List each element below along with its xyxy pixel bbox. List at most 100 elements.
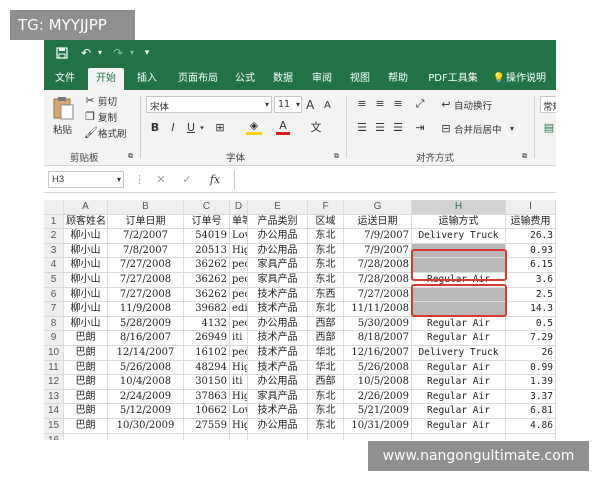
cell-col-b[interactable]: 5/28/2009 (108, 316, 184, 332)
column-header-g[interactable]: G (344, 200, 412, 215)
undo-icon[interactable]: ↶ (78, 44, 94, 62)
cell-col-f[interactable]: 东北 (308, 258, 344, 273)
enter-icon[interactable]: ✓ (180, 172, 194, 188)
row-header[interactable]: 16 (44, 433, 64, 440)
cell-col-d[interactable]: pec (230, 346, 248, 361)
cell-col-c[interactable]: 39682 (184, 302, 230, 317)
cell-col-f[interactable]: 东西 (308, 287, 344, 303)
cell-col-g[interactable]: 8/18/2007 (344, 331, 412, 346)
font-name-select[interactable]: 宋体 ▾ (146, 96, 272, 113)
align-right-icon[interactable]: ☰ (390, 120, 406, 136)
cell-col-f[interactable]: 西部 (308, 375, 344, 390)
header-cell-col-a[interactable]: 顾客姓名 (64, 214, 108, 230)
cell-col-h[interactable]: Delivery Truck (412, 229, 506, 244)
row-header[interactable]: 12 (44, 375, 64, 390)
cell-col-d[interactable]: iti (230, 375, 248, 390)
cell-col-d[interactable]: Hig (230, 360, 248, 376)
cell-col-f[interactable]: 华北 (308, 360, 344, 376)
cell-col-d[interactable]: pec (230, 258, 248, 273)
row-header[interactable]: 1 (44, 214, 64, 230)
lightbulb-icon[interactable]: 💡 (492, 68, 506, 90)
underline-dropdown-icon[interactable]: ▾ (198, 120, 206, 136)
cut-button[interactable]: ✂ 剪切 (84, 94, 124, 108)
select-all-corner[interactable] (44, 200, 64, 215)
column-header-b[interactable]: B (108, 200, 184, 215)
column-header-d[interactable]: D (230, 200, 248, 215)
currency-icon[interactable]: ▤ (542, 120, 556, 136)
cell-col-a[interactable]: 柳小山 (64, 229, 108, 244)
row-header[interactable]: 9 (44, 331, 64, 346)
cell-col-b[interactable]: 7/27/2008 (108, 287, 184, 303)
cell-col-c[interactable]: 26949 (184, 331, 230, 346)
font-size-select[interactable]: 11 ▾ (274, 96, 302, 113)
redo-dropdown-icon[interactable]: ▾ (128, 44, 136, 62)
cell-col-h[interactable]: Regular Air (412, 375, 506, 390)
cell-col-c[interactable]: 10662 (184, 404, 230, 419)
column-header-c[interactable]: C (184, 200, 230, 215)
tab-formulas[interactable]: 公式 (230, 68, 260, 90)
cell-col-b[interactable]: 5/26/2008 (108, 360, 184, 376)
cell-col-b[interactable]: 7/2/2007 (108, 229, 184, 244)
cell-col-i[interactable]: 0.93 (506, 243, 556, 259)
cell-col-b[interactable]: 2/24/2009 (108, 389, 184, 405)
undo-dropdown-icon[interactable]: ▾ (96, 44, 104, 62)
redo-icon[interactable]: ↷ (110, 44, 126, 62)
cell-col-h[interactable]: Regular Air (412, 331, 506, 346)
row-header[interactable]: 13 (44, 389, 64, 405)
column-header-f[interactable]: F (308, 200, 344, 215)
cell-col-d[interactable]: Low (230, 404, 248, 419)
align-bottom-icon[interactable]: ≡ (390, 96, 406, 112)
cell-col-b[interactable]: 10/30/2009 (108, 419, 184, 434)
cell-col-a[interactable]: 柳小山 (64, 243, 108, 259)
row-header[interactable]: 5 (44, 273, 64, 288)
cell-col-i[interactable]: 6.15 (506, 258, 556, 273)
italic-button[interactable]: I (166, 120, 180, 136)
cell-col-a[interactable]: 巴朗 (64, 360, 108, 376)
align-middle-icon[interactable]: ≡ (372, 96, 388, 112)
cell-col-f[interactable]: 东北 (308, 273, 344, 288)
cell-col-c[interactable]: 36262 (184, 287, 230, 303)
cell-col-i[interactable] (506, 433, 556, 440)
tab-tell-me[interactable]: 操作说明 (506, 68, 556, 90)
cell-col-b[interactable]: 10/4/2008 (108, 375, 184, 390)
cell-col-g[interactable]: 7/9/2007 (344, 229, 412, 244)
cell-col-c[interactable]: 37863 (184, 389, 230, 405)
cell-col-h[interactable]: Regular Air (412, 419, 506, 434)
number-format-select[interactable]: 常规 (540, 96, 556, 113)
cell-col-c[interactable]: 30150 (184, 375, 230, 390)
cell-col-b[interactable]: 7/27/2008 (108, 258, 184, 273)
cell-col-e[interactable]: 办公用品 (248, 316, 308, 332)
cell-col-b[interactable]: 7/27/2008 (108, 273, 184, 288)
cell-col-f[interactable]: 西部 (308, 316, 344, 332)
cell-col-c[interactable]: 16102 (184, 346, 230, 361)
row-header[interactable]: 4 (44, 258, 64, 273)
row-header[interactable]: 15 (44, 419, 64, 434)
row-header[interactable]: 8 (44, 316, 64, 332)
cell-col-f[interactable]: 东北 (308, 419, 344, 434)
row-header[interactable]: 14 (44, 404, 64, 419)
indent-icon[interactable]: ⇥ (412, 120, 428, 136)
cell-col-h[interactable] (412, 433, 506, 440)
cell-col-d[interactable]: pec (230, 287, 248, 303)
save-icon[interactable] (54, 44, 70, 62)
tab-insert[interactable]: 插入 (130, 68, 164, 90)
row-header[interactable]: 3 (44, 243, 64, 259)
row-header[interactable]: 11 (44, 360, 64, 376)
cell-col-g[interactable]: 7/9/2007 (344, 243, 412, 259)
column-header-h[interactable]: H (412, 200, 506, 215)
cell-col-i[interactable]: 26 (506, 346, 556, 361)
cell-col-c[interactable]: 36262 (184, 273, 230, 288)
cell-col-b[interactable] (108, 433, 184, 440)
row-header[interactable]: 2 (44, 229, 64, 244)
cell-col-b[interactable]: 7/8/2007 (108, 243, 184, 259)
cell-col-e[interactable]: 技术产品 (248, 360, 308, 376)
paste-button[interactable]: 粘贴 (52, 96, 78, 140)
borders-icon[interactable]: ⊞ (212, 120, 228, 136)
cell-col-i[interactable]: 2.5 (506, 287, 556, 303)
cell-col-g[interactable]: 5/26/2008 (344, 360, 412, 376)
cell-col-d[interactable]: edi (230, 302, 248, 317)
cell-col-a[interactable]: 柳小山 (64, 258, 108, 273)
phonetic-button[interactable]: 文 (308, 120, 324, 136)
align-top-icon[interactable]: ≡ (354, 96, 370, 112)
cell-col-h[interactable]: Regular Air (412, 404, 506, 419)
